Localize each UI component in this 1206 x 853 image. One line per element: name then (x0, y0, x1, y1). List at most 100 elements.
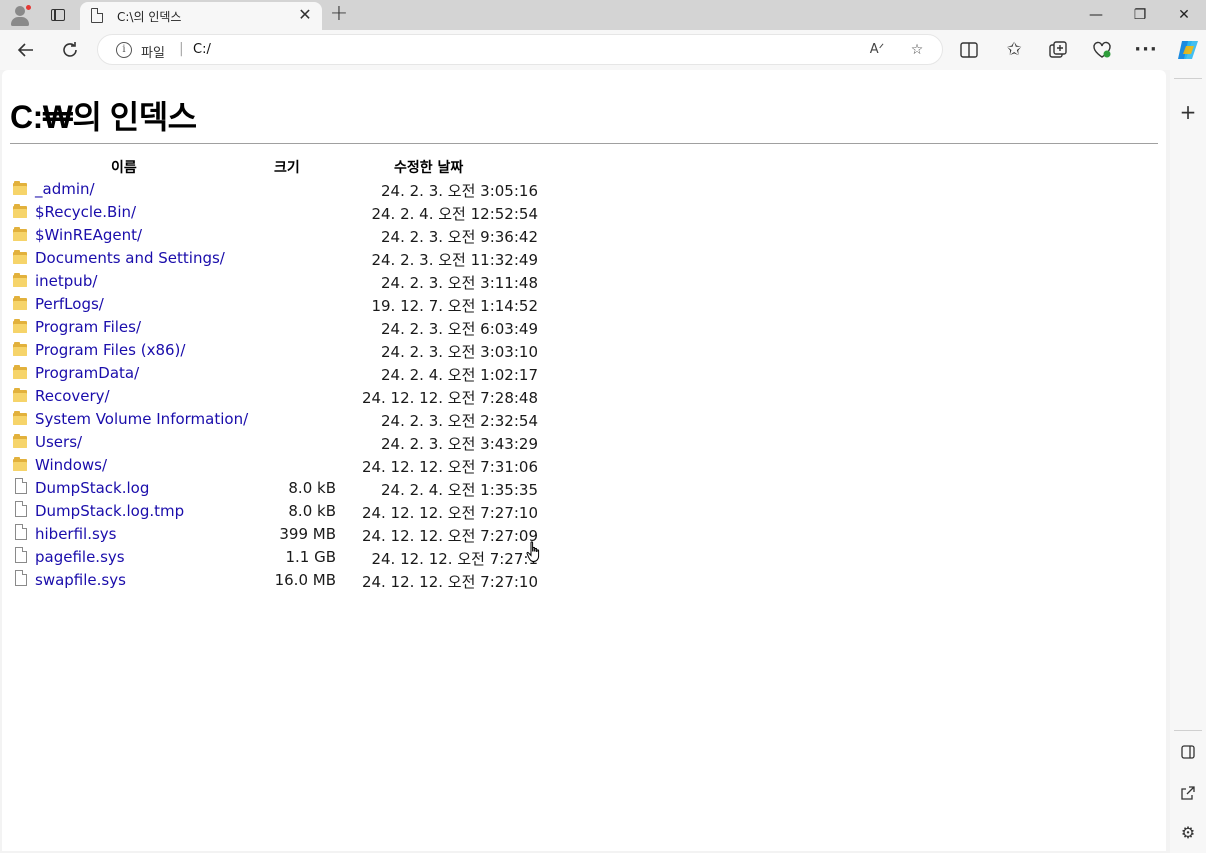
profile-avatar-icon[interactable] (8, 4, 32, 26)
folder-icon (13, 296, 27, 310)
folder-icon (13, 181, 27, 195)
file-icon (15, 547, 27, 563)
page-icon (91, 7, 104, 23)
entry-size: 8.0 kB (288, 479, 336, 497)
entry-name-link[interactable]: Recovery/ (35, 387, 110, 405)
favorites-icon[interactable]: ✩ (1000, 36, 1028, 64)
new-tab-icon[interactable]: + (328, 3, 350, 27)
entry-name-link[interactable]: $WinREAgent/ (35, 226, 142, 244)
file-icon (15, 524, 27, 540)
entry-name-link[interactable]: hiberfil.sys (35, 525, 116, 543)
folder-icon (13, 411, 27, 425)
folder-icon (13, 273, 27, 287)
entry-date: 24. 12. 12. 오전 7:27:1 (371, 550, 538, 568)
folder-icon (13, 457, 27, 471)
table-row: $WinREAgent/24. 2. 3. 오전 9:36:42 (2, 224, 602, 247)
heart-pulse-icon[interactable] (1088, 36, 1116, 64)
entry-name-link[interactable]: Program Files (x86)/ (35, 341, 185, 359)
address-bar[interactable]: i 파일 | C:/ Aᐟ ☆ (97, 34, 943, 65)
entry-date: 24. 12. 12. 오전 7:31:06 (361, 458, 538, 476)
column-header-size[interactable]: 크기 (274, 157, 300, 177)
entry-date: 24. 2. 3. 오전 3:11:48 (381, 274, 538, 292)
table-row: Program Files (x86)/ 24. 2. 3. 오전 3:03:10 (2, 339, 602, 362)
entry-name-link[interactable]: inetpub/ (35, 272, 97, 290)
entry-name-link[interactable]: swapfile.sys (35, 571, 126, 589)
gear-icon[interactable]: ⚙ (1176, 821, 1200, 845)
entry-date: 24. 2. 3. 오전 2:32:54 (381, 412, 538, 430)
entry-date: 24. 2. 3. 오전 3:03:10 (381, 343, 538, 361)
entry-name-link[interactable]: PerfLogs/ (35, 295, 104, 313)
folder-icon (13, 204, 27, 218)
entry-date: 24. 2. 4. 오전 1:02:17 (381, 366, 538, 384)
table-row: PerfLogs/19. 12. 7. 오전 1:14:52 (2, 293, 602, 316)
address-url[interactable]: C:/ (193, 42, 211, 57)
table-row: ProgramData/24. 2. 4. 오전 1:02:17 (2, 362, 602, 385)
entry-name-link[interactable]: System Volume Information/ (35, 410, 248, 428)
star-icon[interactable]: ☆ (906, 40, 928, 60)
add-icon[interactable]: + (1176, 100, 1200, 124)
refresh-icon[interactable] (56, 36, 84, 64)
collections-icon[interactable] (1044, 36, 1072, 64)
tab-active[interactable]: C:\의 인덱스 ✕ (80, 2, 322, 30)
entry-name-link[interactable]: Documents and Settings/ (35, 249, 225, 267)
entry-name-link[interactable]: _admin/ (35, 180, 95, 198)
table-row: Recovery/24. 12. 12. 오전 7:28:48 (2, 385, 602, 408)
tab-actions-icon[interactable] (44, 5, 72, 25)
hand-cursor-icon (526, 541, 540, 563)
table-row: Documents and Settings/24. 2. 3. 오전 11:3… (2, 247, 602, 270)
table-row: DumpStack.log 8.0 kB 24. 2. 4. 오전 1:35:35 (2, 477, 602, 500)
page-title: C:₩의 인덱스 (10, 99, 197, 135)
entry-name-link[interactable]: ProgramData/ (35, 364, 139, 382)
entry-date: 24. 2. 3. 오전 3:43:29 (381, 435, 538, 453)
sidebar-divider (1174, 78, 1202, 79)
entry-name-link[interactable]: DumpStack.log.tmp (35, 502, 184, 520)
entry-name-link[interactable]: DumpStack.log (35, 479, 149, 497)
entry-size: 1.1 GB (285, 548, 336, 566)
toolbar: i 파일 | C:/ Aᐟ ☆ ✩ ··· (0, 30, 1206, 70)
entry-name-link[interactable]: Windows/ (35, 456, 107, 474)
split-screen-icon[interactable] (955, 36, 983, 64)
folder-icon (13, 388, 27, 402)
entry-name-link[interactable]: pagefile.sys (35, 548, 125, 566)
table-row: swapfile.sys 16.0 MB 24. 12. 12. 오전 7:27:1… (2, 569, 602, 592)
entry-size: 16.0 MB (274, 571, 336, 589)
close-button[interactable]: ✕ (1162, 2, 1206, 28)
tab-close-icon[interactable]: ✕ (296, 6, 314, 24)
sidebar-divider (1174, 730, 1202, 731)
folder-icon (13, 365, 27, 379)
file-icon (15, 501, 27, 517)
entry-name-link[interactable]: $Recycle.Bin/ (35, 203, 136, 221)
tab-title: C:\의 인덱스 (117, 10, 182, 24)
entry-size: 8.0 kB (288, 502, 336, 520)
entry-date: 24. 2. 3. 오전 3:05:16 (381, 182, 538, 200)
entry-name-link[interactable]: Program Files/ (35, 318, 141, 336)
table-row: hiberfil.sys 399 MB 24. 12. 12. 오전 7:27:09 (2, 523, 602, 546)
sidebar-panel-icon[interactable] (1176, 740, 1200, 764)
open-external-icon[interactable] (1176, 781, 1200, 805)
minimize-button[interactable]: — (1074, 2, 1118, 28)
entry-name-link[interactable]: Users/ (35, 433, 82, 451)
tab-strip: C:\의 인덱스 ✕ + — ❐ ✕ (0, 0, 1206, 30)
entry-date: 24. 2. 4. 오전 12:52:54 (371, 205, 538, 223)
file-icon (15, 570, 27, 586)
column-header-name[interactable]: 이름 (111, 157, 137, 177)
back-arrow-icon[interactable] (12, 36, 40, 64)
entry-date: 24. 12. 12. 오전 7:27:10 (361, 504, 538, 522)
copilot-icon[interactable] (1174, 36, 1202, 64)
folder-icon (13, 319, 27, 333)
address-scheme: 파일 (141, 46, 165, 61)
divider (10, 143, 1158, 144)
more-icon[interactable]: ··· (1132, 36, 1160, 64)
page-content: C:₩의 인덱스 이름 크기 수정한 날짜 _admin/24. 2. 3. 오… (2, 70, 1166, 851)
read-aloud-icon[interactable]: Aᐟ (866, 40, 888, 60)
folder-icon (13, 227, 27, 241)
entry-date: 24. 12. 12. 오전 7:27:09 (361, 527, 538, 545)
column-header-date[interactable]: 수정한 날짜 (394, 157, 463, 177)
info-icon[interactable]: i (116, 42, 132, 58)
file-icon (15, 478, 27, 494)
restore-button[interactable]: ❐ (1118, 2, 1162, 28)
entry-date: 24. 2. 3. 오전 9:36:42 (381, 228, 538, 246)
entry-date: 24. 2. 4. 오전 1:35:35 (381, 481, 538, 499)
table-row: System Volume Information/24. 2. 3. 오전 2… (2, 408, 602, 431)
table-row: Program Files/24. 2. 3. 오전 6:03:49 (2, 316, 602, 339)
